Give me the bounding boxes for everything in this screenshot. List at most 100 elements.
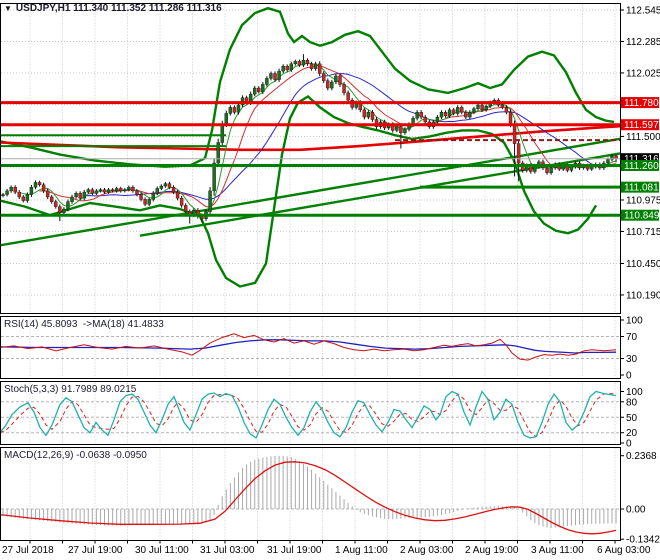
candle-body [533, 166, 537, 172]
candle-body [131, 187, 135, 192]
indicator-axis-label: 0.2368 [626, 451, 657, 462]
rsi-indicator-label: RSI(14) 45.8093 ->MA(18) 41.4833 [4, 319, 164, 330]
price-axis-label: 110.450 [626, 259, 660, 270]
price-axis-label: 112.545 [626, 6, 660, 17]
candle-body [66, 201, 70, 210]
price-badge-label: 110.849 [624, 211, 660, 222]
candle-body [305, 60, 310, 65]
time-axis[interactable]: 27 Jul 2018 27 Jul 19:00 30 Jul 11:00 31 Ju… [2, 540, 651, 557]
candle-body [297, 61, 302, 66]
price-badge-label: 111.780 [624, 98, 659, 109]
candle-body [423, 116, 427, 123]
candle-body [415, 112, 419, 119]
candle-body [257, 87, 261, 92]
candle-body [21, 196, 25, 201]
time-axis-label: 2 Aug 19:00 [465, 545, 519, 556]
candle-body [232, 107, 237, 113]
candle-body [236, 104, 241, 113]
candle-body [370, 112, 375, 120]
candle-body [500, 104, 505, 108]
candle-body [163, 183, 168, 187]
chart-header: ▼ USDJPY,H1 111.340 111.352 111.286 111.3… [4, 3, 222, 14]
candle-body [41, 184, 46, 192]
price-axis-label: 110.975 [626, 195, 660, 206]
candle-body [403, 128, 407, 134]
chart-title: USDJPY,H1 111.340 111.352 111.286 111.31… [15, 3, 222, 14]
price-axis[interactable]: 112.545 112.285 112.025 111.780 111.597111.5… [620, 6, 660, 546]
candle-body [253, 87, 257, 95]
candle-body [167, 183, 172, 188]
candle-body [171, 187, 176, 193]
candle-body [70, 196, 74, 202]
symbol-dropdown-arrow[interactable]: ▼ [4, 3, 12, 14]
candle-body [102, 189, 107, 193]
candle-body [289, 63, 293, 71]
time-axis-label: 27 Jul 19:00 [68, 545, 123, 556]
indicator-axis-label: 0 [626, 371, 632, 382]
candle-body [50, 196, 54, 202]
candle-body [179, 197, 184, 206]
macd-panel[interactable] [0, 447, 621, 541]
main-panel[interactable] [0, 3, 621, 314]
time-axis-label: 6 Aug 03:00 [597, 545, 651, 556]
candle-body [265, 78, 269, 85]
candle-body [366, 112, 371, 118]
candle-body [17, 191, 21, 198]
candle-body [484, 105, 488, 111]
candle-body [338, 75, 342, 85]
chart-canvas[interactable]: 112.545 112.285 112.025 111.780 111.597111.5… [0, 0, 660, 560]
time-axis-label: 30 Jul 11:00 [135, 545, 189, 556]
candle-body [395, 126, 399, 131]
candle-body [549, 167, 553, 173]
candle-body [5, 190, 9, 195]
candle-body [74, 193, 78, 198]
candle-body [123, 189, 127, 192]
candle-body [313, 63, 318, 69]
time-axis-label: 31 Jul 03:00 [200, 545, 255, 556]
candle-body [110, 189, 115, 192]
candle-body [90, 189, 95, 194]
candle-body [273, 73, 277, 80]
indicator-axis-label: 0.00 [626, 505, 646, 516]
candle-body [309, 63, 314, 69]
candle-body [135, 190, 139, 195]
price-axis-label: 111.500 [626, 132, 660, 143]
price-badge-label: 111.260 [624, 161, 659, 172]
time-axis-label: 1 Aug 11:00 [335, 545, 388, 556]
price-axis-label: 110.715 [626, 227, 660, 238]
candle-body [147, 199, 151, 205]
candle-body [228, 107, 233, 114]
candle-body [208, 190, 212, 212]
time-axis-label: 31 Jul 19:00 [267, 545, 322, 556]
price-axis-label: 112.285 [626, 37, 660, 48]
candle-body [119, 188, 123, 192]
candle-body [114, 188, 119, 192]
candle-body [281, 66, 285, 72]
candle-body [456, 107, 460, 114]
price-axis-label: 112.025 [626, 68, 660, 79]
candle-body [277, 70, 281, 80]
time-axis-label: 2 Aug 03:00 [400, 545, 454, 556]
candle-body [78, 193, 82, 199]
candle-body [334, 75, 338, 83]
price-badge-label: 111.597 [624, 120, 659, 131]
candle-body [29, 187, 34, 195]
candle-body [155, 188, 159, 194]
candle-body [285, 66, 289, 71]
candle-body [419, 112, 423, 118]
price-axis-label: 110.190 [626, 290, 660, 301]
candle-body [464, 112, 468, 118]
candle-body [183, 205, 188, 212]
candle-body [606, 159, 610, 164]
indicator-axis-label: 100 [626, 316, 643, 327]
candle-body [435, 116, 440, 123]
candle-body [175, 191, 180, 199]
candle-body [224, 113, 229, 125]
candle-body [45, 190, 50, 198]
candle-body [439, 112, 444, 118]
candle-body [468, 112, 472, 118]
candle-body [82, 191, 86, 199]
candle-body [212, 162, 216, 192]
candle-body [106, 189, 111, 193]
indicator-axis-label: 30 [626, 354, 638, 365]
